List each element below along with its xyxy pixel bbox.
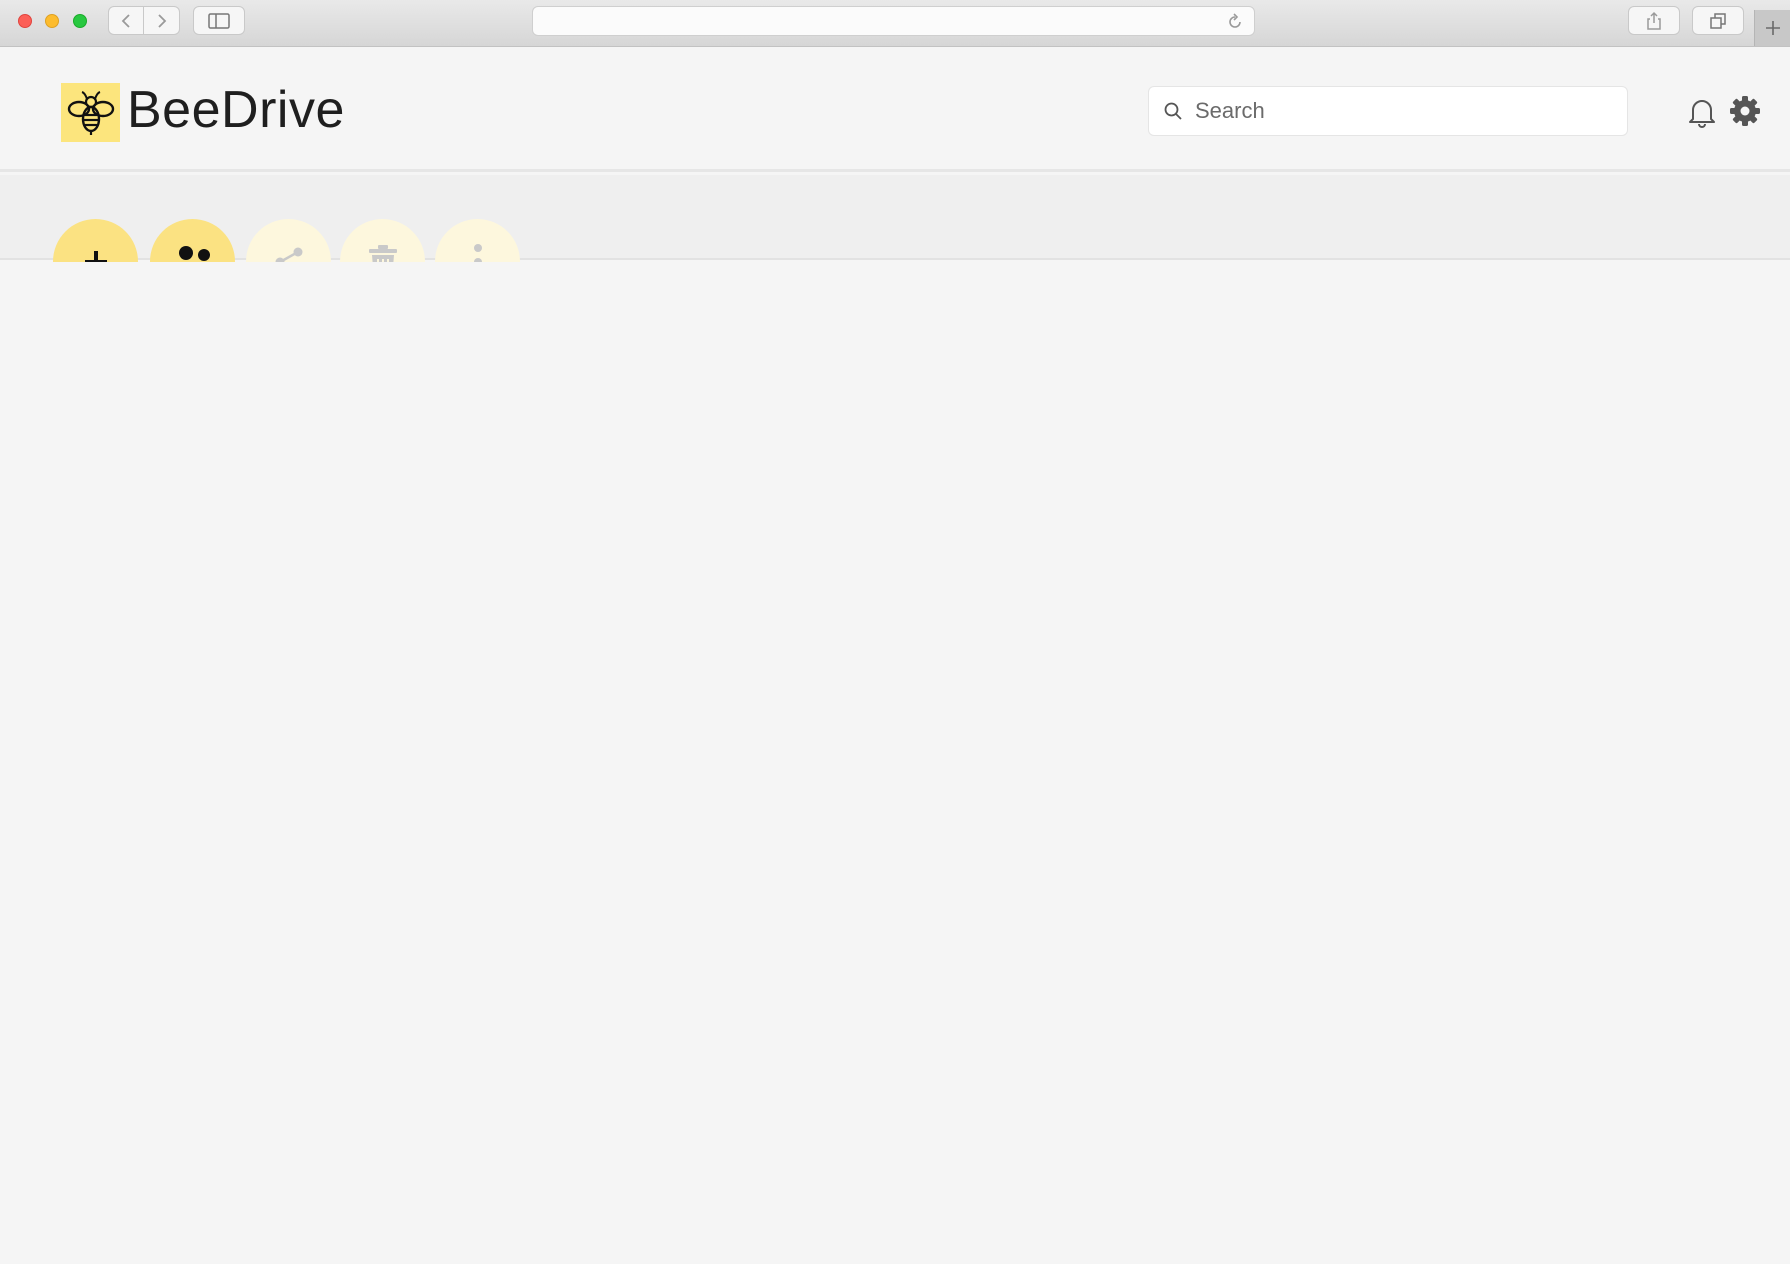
search-box[interactable] xyxy=(1148,86,1628,136)
browser-share-button[interactable] xyxy=(1628,6,1680,35)
close-window-button[interactable] xyxy=(18,14,32,28)
share-box-icon xyxy=(1647,11,1661,30)
browser-window: BeeDrive xyxy=(0,0,1790,1264)
plus-icon xyxy=(1765,21,1780,35)
search-input[interactable] xyxy=(1195,98,1595,124)
reload-icon[interactable] xyxy=(1226,13,1244,31)
sidebar-icon xyxy=(208,12,230,29)
back-button[interactable] xyxy=(108,6,144,35)
bee-logo[interactable] xyxy=(61,83,120,142)
show-tabs-button[interactable] xyxy=(1692,6,1744,35)
bell-icon[interactable] xyxy=(1687,96,1717,128)
brand-name: BeeDrive xyxy=(127,81,345,139)
zoom-window-button[interactable] xyxy=(73,14,87,28)
forward-button[interactable] xyxy=(144,6,180,35)
gear-icon[interactable] xyxy=(1729,95,1761,127)
sidebar-toggle-button[interactable] xyxy=(193,6,245,35)
address-bar[interactable] xyxy=(532,6,1255,36)
search-icon xyxy=(1163,100,1185,122)
tabs-icon xyxy=(1710,12,1726,29)
bee-icon xyxy=(67,90,114,135)
file-list-area xyxy=(0,262,1790,1264)
minimize-window-button[interactable] xyxy=(45,14,59,28)
chevron-left-icon xyxy=(121,13,130,28)
app-header: BeeDrive xyxy=(0,48,1790,172)
browser-toolbar xyxy=(0,0,1790,47)
new-tab-button[interactable] xyxy=(1754,10,1790,46)
chevron-right-icon xyxy=(157,13,166,28)
